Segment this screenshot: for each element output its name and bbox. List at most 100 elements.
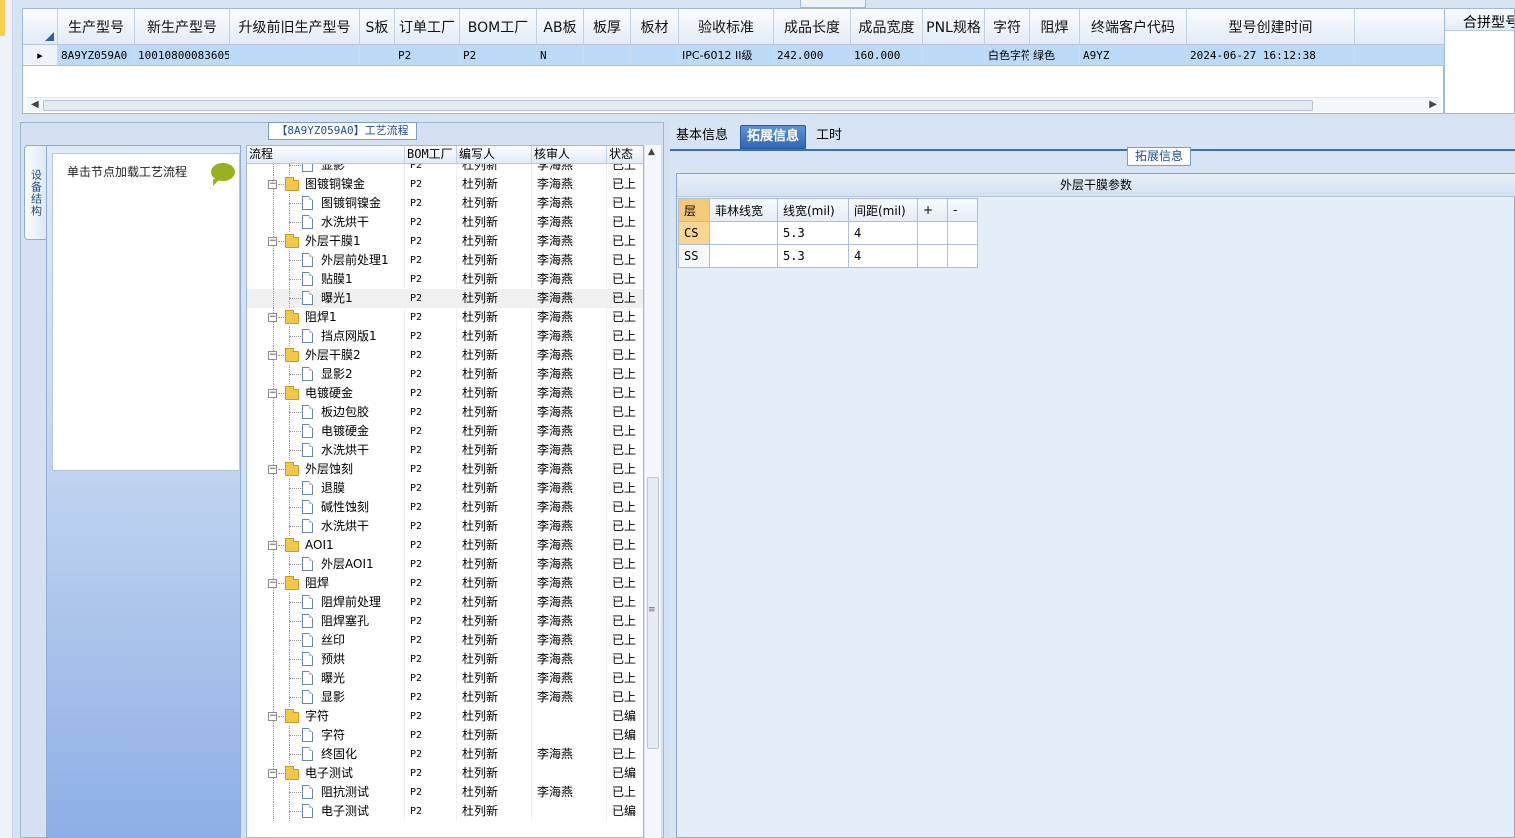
param-row[interactable]: CS 5.3 4 xyxy=(678,221,978,245)
grid-cell[interactable]: 10010800083605 xyxy=(135,45,230,65)
tree-cell-status[interactable]: 已上 xyxy=(607,441,643,460)
tree-col-header[interactable]: 核审人 xyxy=(532,146,607,163)
tree-node[interactable]: 挡点网版1 xyxy=(247,327,405,346)
scroll-left-arrow-icon[interactable]: ◀ xyxy=(31,99,39,110)
tree-row[interactable]: − 图镀铜镍金 P2 杜列新 李海燕 已上 xyxy=(247,175,643,194)
param-col-line-width[interactable]: 线宽(mil) xyxy=(777,198,849,222)
tree-row[interactable]: 电镀硬金 P2 杜列新 李海燕 已上 xyxy=(247,422,643,441)
tree-row[interactable]: 贴膜1 P2 杜列新 李海燕 已上 xyxy=(247,270,643,289)
tree-cell-status[interactable]: 已上 xyxy=(607,422,643,441)
param-cell-minus[interactable] xyxy=(947,244,978,268)
tree-cell-reviewer[interactable]: 李海燕 xyxy=(532,232,607,251)
tree-node[interactable]: 显影2 xyxy=(247,365,405,384)
tree-cell-status[interactable]: 已上 xyxy=(607,251,643,270)
tree-row[interactable]: 阻焊前处理 P2 杜列新 李海燕 已上 xyxy=(247,593,643,612)
grid-col-header[interactable]: 终端客户代码 xyxy=(1080,9,1187,44)
collapse-node-icon[interactable]: − xyxy=(268,351,277,360)
tree-node[interactable]: 水洗烘干 xyxy=(247,213,405,232)
tree-cell-bom[interactable]: P2 xyxy=(405,441,457,460)
tree-row[interactable]: 水洗烘干 P2 杜列新 李海燕 已上 xyxy=(247,213,643,232)
tree-row[interactable]: 板边包胶 P2 杜列新 李海燕 已上 xyxy=(247,403,643,422)
grid-col-header[interactable]: 阻焊 xyxy=(1030,9,1080,44)
tree-row[interactable]: 图镀铜镍金 P2 杜列新 李海燕 已上 xyxy=(247,194,643,213)
tree-cell-bom[interactable]: P2 xyxy=(405,517,457,536)
tree-cell-bom[interactable]: P2 xyxy=(405,707,457,726)
tree-node[interactable]: 电镀硬金 xyxy=(247,422,405,441)
tree-node[interactable]: 阻焊塞孔 xyxy=(247,612,405,631)
collapse-node-icon[interactable]: − xyxy=(268,541,277,550)
grid-col-header[interactable]: 型号创建时间 xyxy=(1187,9,1355,44)
tree-row[interactable]: 碱性蚀刻 P2 杜列新 李海燕 已上 xyxy=(247,498,643,517)
tree-cell-writer[interactable]: 杜列新 xyxy=(457,593,532,612)
tree-cell-reviewer[interactable]: 李海燕 xyxy=(532,517,607,536)
tree-cell-writer[interactable]: 杜列新 xyxy=(457,270,532,289)
tree-cell-status[interactable]: 已上 xyxy=(607,688,643,707)
tree-row[interactable]: 外层AOI1 P2 杜列新 李海燕 已上 xyxy=(247,555,643,574)
tree-cell-status[interactable]: 已编 xyxy=(607,802,643,821)
grid-cell[interactable]: A9YZ xyxy=(1080,45,1187,65)
tab-extended-info[interactable]: 拓展信息 xyxy=(740,125,807,149)
process-node-list[interactable]: 单击节点加载工艺流程 xyxy=(52,153,240,471)
tree-cell-bom[interactable]: P2 xyxy=(405,422,457,441)
tree-cell-reviewer[interactable]: 李海燕 xyxy=(532,555,607,574)
tree-node[interactable]: 阻抗测试 xyxy=(247,783,405,802)
tree-cell-reviewer[interactable] xyxy=(532,764,607,783)
tree-row[interactable]: − 外层干膜2 P2 杜列新 李海燕 已上 xyxy=(247,346,643,365)
tree-row[interactable]: 阻抗测试 P2 杜列新 李海燕 已上 xyxy=(247,783,643,802)
tree-cell-status[interactable]: 已上 xyxy=(607,517,643,536)
tree-cell-reviewer[interactable]: 李海燕 xyxy=(532,536,607,555)
grid-cell[interactable]: N xyxy=(537,45,584,65)
param-cell-minus[interactable] xyxy=(947,221,978,245)
tree-cell-writer[interactable]: 杜列新 xyxy=(457,346,532,365)
tree-node[interactable]: − 外层干膜2 xyxy=(247,346,405,365)
tree-cell-reviewer[interactable]: 李海燕 xyxy=(532,213,607,232)
tree-cell-writer[interactable]: 杜列新 xyxy=(457,726,532,745)
tree-cell-status[interactable]: 已上 xyxy=(607,403,643,422)
grid-cell[interactable]: 白色字符 xyxy=(985,45,1030,65)
collapse-node-icon[interactable]: − xyxy=(268,313,277,322)
tree-col-header[interactable]: BOM工厂 xyxy=(405,146,457,163)
tree-node[interactable]: 贴膜1 xyxy=(247,270,405,289)
tree-row[interactable]: 曝光1 P2 杜列新 李海燕 已上 xyxy=(247,289,643,308)
tree-cell-reviewer[interactable] xyxy=(532,802,607,821)
tree-cell-writer[interactable]: 杜列新 xyxy=(457,631,532,650)
tree-cell-writer[interactable]: 杜列新 xyxy=(457,574,532,593)
grid-col-header[interactable]: AB板 xyxy=(537,9,584,44)
tree-cell-status[interactable]: 已上 xyxy=(607,232,643,251)
tree-cell-writer[interactable]: 杜列新 xyxy=(457,536,532,555)
param-remove-button[interactable]: - xyxy=(947,198,978,222)
grid-cell[interactable]: P2 xyxy=(395,45,460,65)
param-add-button[interactable]: + xyxy=(917,198,948,222)
tree-cell-writer[interactable]: 杜列新 xyxy=(457,650,532,669)
tree-cell-writer[interactable]: 杜列新 xyxy=(457,194,532,213)
tree-node[interactable]: 板边包胶 xyxy=(247,403,405,422)
tree-cell-status[interactable]: 已上 xyxy=(607,612,643,631)
tree-cell-bom[interactable]: P2 xyxy=(405,688,457,707)
tab-work-hours[interactable]: 工时 xyxy=(810,125,848,149)
param-col-layer[interactable]: 层 xyxy=(678,198,710,222)
tree-cell-bom[interactable]: P2 xyxy=(405,726,457,745)
tree-cell-bom[interactable]: P2 xyxy=(405,384,457,403)
tree-col-header[interactable]: 流程 xyxy=(247,146,405,163)
tree-cell-bom[interactable]: P2 xyxy=(405,574,457,593)
tree-cell-bom[interactable]: P2 xyxy=(405,213,457,232)
param-cell-layer[interactable]: SS xyxy=(678,244,710,268)
tree-cell-writer[interactable]: 杜列新 xyxy=(457,251,532,270)
tree-node[interactable]: 曝光1 xyxy=(247,289,405,308)
tree-node[interactable]: 字符 xyxy=(247,726,405,745)
tree-cell-bom[interactable]: P2 xyxy=(405,669,457,688)
tree-row[interactable]: 预烘 P2 杜列新 李海燕 已上 xyxy=(247,650,643,669)
param-cell-spacing[interactable]: 4 xyxy=(848,244,918,268)
tree-cell-writer[interactable]: 杜列新 xyxy=(457,213,532,232)
tree-cell-reviewer[interactable]: 李海燕 xyxy=(532,384,607,403)
tree-cell-reviewer[interactable]: 李海燕 xyxy=(532,422,607,441)
tree-cell-writer[interactable]: 杜列新 xyxy=(457,802,532,821)
tree-cell-reviewer[interactable]: 李海燕 xyxy=(532,650,607,669)
tree-cell-status[interactable]: 已上 xyxy=(607,327,643,346)
tree-cell-status[interactable]: 已上 xyxy=(607,536,643,555)
tree-cell-writer[interactable]: 杜列新 xyxy=(457,764,532,783)
tree-cell-bom[interactable]: P2 xyxy=(405,308,457,327)
tree-cell-status[interactable]: 已上 xyxy=(607,650,643,669)
tree-cell-reviewer[interactable]: 李海燕 xyxy=(532,745,607,764)
collapse-node-icon[interactable]: − xyxy=(268,389,277,398)
